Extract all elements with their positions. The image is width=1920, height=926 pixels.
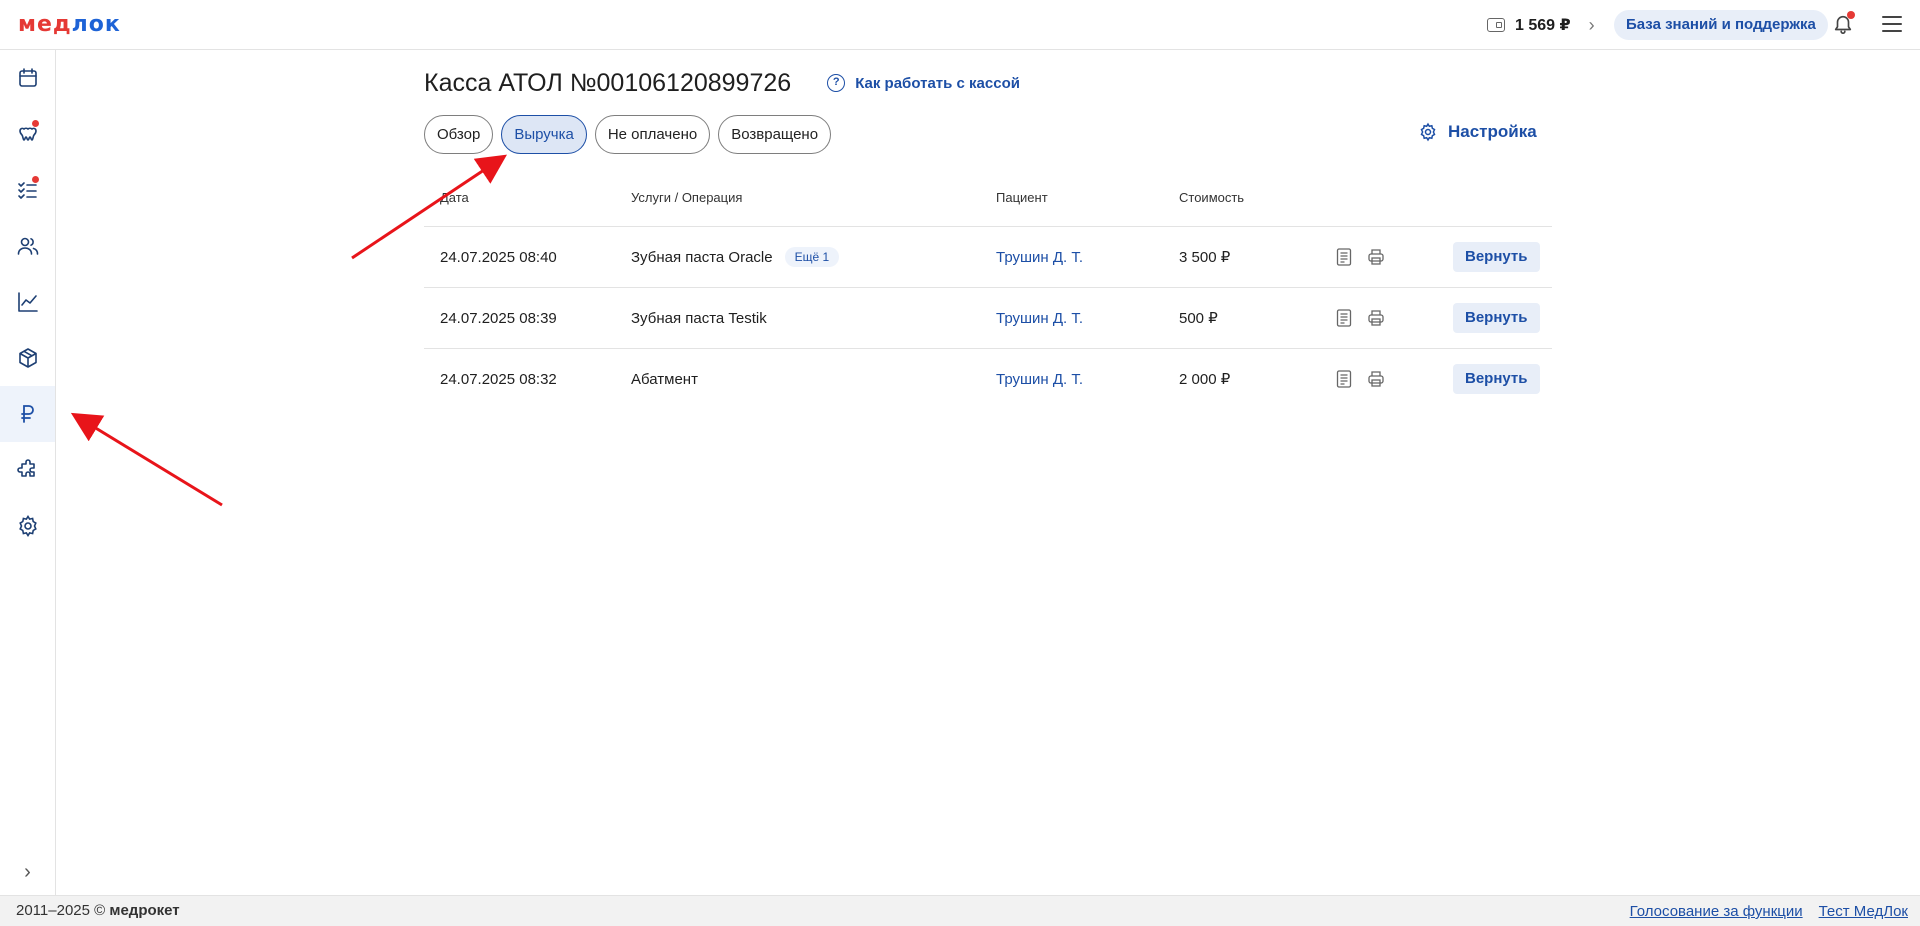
- sidebar-item-settings[interactable]: [0, 498, 55, 554]
- balance-widget[interactable]: 1 569 ₽ ›: [1487, 14, 1595, 36]
- chevron-right-icon: ›: [24, 860, 31, 883]
- sidebar-item-teeth[interactable]: [0, 106, 55, 162]
- printer-icon: [1368, 310, 1384, 326]
- sidebar: ›: [0, 50, 56, 895]
- copyright-brand: медрокет: [109, 902, 180, 919]
- document-icon: [1336, 248, 1352, 266]
- sidebar-item-analytics[interactable]: [0, 274, 55, 330]
- print-button[interactable]: [1367, 288, 1385, 348]
- help-link[interactable]: ? Как работать с кассой: [827, 74, 1020, 92]
- annotation-arrows: [70, 154, 507, 507]
- puzzle-icon: [16, 459, 35, 477]
- menu-button[interactable]: [1882, 16, 1902, 32]
- receipt-button[interactable]: [1336, 227, 1352, 287]
- more-items-badge[interactable]: Ещё 1: [784, 247, 840, 267]
- return-button[interactable]: Вернуть: [1453, 242, 1540, 272]
- column-header-cost: Стоимость: [1179, 190, 1245, 205]
- table-row: 24.07.2025 08:40 Зубная паста Oracle Ещё…: [424, 226, 1552, 287]
- service-name: Зубная паста Testik: [631, 309, 767, 327]
- top-header: медлок 1 569 ₽ › База знаний и поддержка: [0, 0, 1920, 50]
- copyright-years: 2011–2025 ©: [16, 902, 106, 919]
- document-icon: [1336, 309, 1352, 327]
- row-service: Зубная паста Testik: [631, 288, 767, 348]
- menu-icon-line: [1882, 30, 1902, 32]
- sidebar-item-cashbox[interactable]: [0, 386, 55, 442]
- tabs: Обзор Выручка Не оплачено Возвращено: [424, 115, 832, 154]
- settings-link[interactable]: Настройка: [1418, 122, 1537, 142]
- chart-icon: [17, 292, 38, 312]
- test-medlok-link[interactable]: Тест МедЛок: [1819, 903, 1908, 920]
- column-header-date: Дата: [440, 190, 469, 205]
- menu-icon-line: [1882, 16, 1902, 18]
- row-date: 24.07.2025 08:39: [440, 309, 557, 327]
- users-icon: [17, 237, 38, 255]
- gear-icon: [1420, 122, 1436, 142]
- medlok-logo[interactable]: медлок: [18, 12, 121, 37]
- tab-returned[interactable]: Возвращено: [718, 115, 832, 154]
- service-name: Зубная паста Oracle: [631, 248, 773, 266]
- row-cost: 500 ₽: [1179, 310, 1218, 327]
- question-circle-icon: ?: [827, 74, 846, 92]
- column-header-patient: Пациент: [996, 190, 1048, 205]
- notification-dot: [32, 120, 39, 127]
- return-button[interactable]: Вернуть: [1453, 364, 1540, 394]
- balance-amount: 1 569 ₽: [1515, 17, 1571, 34]
- title-row: Касса АТОЛ №00106120899726 ? Как работат…: [424, 68, 1020, 98]
- sidebar-item-tasks[interactable]: [0, 162, 55, 218]
- receipt-button[interactable]: [1336, 349, 1352, 409]
- row-date: 24.07.2025 08:40: [440, 248, 557, 266]
- receipt-button[interactable]: [1336, 288, 1352, 348]
- page-title: Касса АТОЛ №00106120899726: [424, 68, 792, 97]
- chevron-right-icon: ›: [1588, 14, 1595, 35]
- vote-features-link[interactable]: Голосование за функции: [1630, 903, 1803, 920]
- column-header-service: Услуги / Операция: [631, 190, 743, 205]
- gear-icon: [18, 514, 37, 538]
- help-link-label: Как работать с кассой: [855, 74, 1020, 92]
- tab-unpaid[interactable]: Не оплачено: [594, 115, 711, 154]
- document-icon: [1336, 370, 1352, 388]
- logo-part-2: лок: [71, 12, 121, 37]
- return-button[interactable]: Вернуть: [1453, 303, 1540, 333]
- copyright: 2011–2025 © медрокет: [16, 902, 180, 919]
- service-name: Абатмент: [631, 370, 698, 388]
- notification-dot: [1847, 11, 1855, 19]
- row-service: Зубная паста Oracle Ещё 1: [631, 227, 840, 287]
- row-cost: 2 000 ₽: [1179, 371, 1231, 388]
- calendar-icon: [18, 68, 37, 87]
- tab-overview[interactable]: Обзор: [424, 115, 494, 154]
- row-service: Абатмент: [631, 349, 698, 409]
- arrow-to-cashbox-item: [70, 412, 223, 507]
- print-button[interactable]: [1367, 349, 1385, 409]
- sidebar-item-integrations[interactable]: [0, 442, 55, 498]
- notifications-button[interactable]: [1832, 11, 1855, 36]
- menu-icon-line: [1882, 23, 1902, 25]
- settings-label: Настройка: [1448, 122, 1537, 141]
- print-button[interactable]: [1367, 227, 1385, 287]
- patient-link[interactable]: Трушин Д. Т.: [996, 288, 1083, 348]
- patient-link[interactable]: Трушин Д. Т.: [996, 227, 1083, 287]
- table-row: 24.07.2025 08:39 Зубная паста Testik Тру…: [424, 287, 1552, 348]
- wallet-icon: [1487, 18, 1505, 32]
- row-date: 24.07.2025 08:32: [440, 370, 557, 388]
- patient-link[interactable]: Трушин Д. Т.: [996, 349, 1083, 409]
- printer-icon: [1368, 249, 1384, 265]
- sidebar-item-patients[interactable]: [0, 218, 55, 274]
- tab-revenue[interactable]: Выручка: [501, 115, 587, 154]
- table-row: 24.07.2025 08:32 Абатмент Трушин Д. Т. 2…: [424, 348, 1552, 409]
- notification-dot: [32, 176, 39, 183]
- logo-part-1: мед: [18, 12, 72, 37]
- row-cost: 3 500 ₽: [1179, 249, 1231, 266]
- footer-links: Голосование за функции Тест МедЛок: [1630, 903, 1908, 920]
- sidebar-item-calendar[interactable]: [0, 50, 55, 106]
- sidebar-expand-button[interactable]: ›: [0, 857, 55, 887]
- printer-icon: [1368, 371, 1384, 387]
- sidebar-item-warehouse[interactable]: [0, 330, 55, 386]
- knowledge-base-button[interactable]: База знаний и поддержка: [1614, 10, 1828, 40]
- box-icon: [18, 348, 37, 368]
- footer: 2011–2025 © медрокет Голосование за функ…: [0, 895, 1920, 926]
- ruble-icon: [20, 405, 34, 423]
